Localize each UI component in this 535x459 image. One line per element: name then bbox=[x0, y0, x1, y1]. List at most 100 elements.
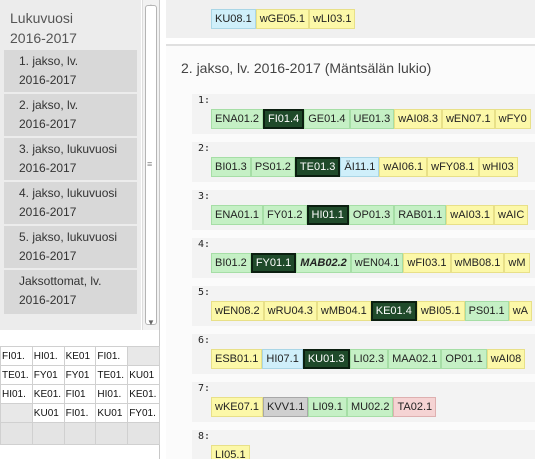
mini-grid-cell[interactable]: KU01 bbox=[95, 403, 129, 423]
mini-grid-cell[interactable]: TE01. bbox=[95, 365, 129, 385]
course-chip[interactable]: wAIC bbox=[494, 205, 529, 225]
course-chip[interactable]: wLI03.1 bbox=[308, 9, 356, 29]
mini-grid-cell[interactable] bbox=[127, 346, 160, 366]
course-chip[interactable]: KU08.1 bbox=[211, 9, 256, 29]
course-chip[interactable]: GE01.4 bbox=[304, 109, 350, 129]
period-item-3[interactable]: 3. jakso, lukuvuosi 2016-2017 bbox=[4, 138, 137, 180]
course-chip[interactable]: FY01.1 bbox=[250, 253, 297, 273]
course-chip[interactable]: wAI08 bbox=[486, 349, 526, 369]
course-chip[interactable]: BI01.2 bbox=[211, 253, 251, 273]
period-item-2[interactable]: 2. jakso, lv. 2016-2017 bbox=[4, 94, 137, 136]
course-chip[interactable]: MAB02.2 bbox=[296, 253, 351, 273]
course-chip[interactable]: TE01.3 bbox=[294, 157, 341, 177]
course-chip[interactable]: wBI05.1 bbox=[416, 301, 465, 321]
course-chip[interactable]: KE01.4 bbox=[370, 301, 417, 321]
row-number: 7: bbox=[198, 383, 211, 394]
section-title: 2. jakso, lv. 2016-2017 (Mäntsälän lukio… bbox=[181, 60, 432, 76]
course-strip: wKE07.1 KVV1.1 LI09.1 MU02.2 TA02.1 bbox=[211, 397, 437, 417]
course-chip[interactable]: OP01.3 bbox=[348, 205, 395, 225]
mini-grid-cell[interactable]: KU01 bbox=[31, 403, 65, 423]
course-chip[interactable]: FI01.4 bbox=[263, 109, 305, 129]
period-item-4[interactable]: 4. jakso, lukuvuosi 2016-2017 bbox=[4, 182, 137, 224]
mini-grid-cell[interactable]: KE01. bbox=[127, 384, 160, 404]
course-chip[interactable]: LI05.1 bbox=[211, 445, 250, 459]
course-chip[interactable]: LI02.3 bbox=[349, 349, 389, 369]
previous-period-panel: KU08.1 wGE05.1 wLI03.1 bbox=[166, 0, 535, 38]
mini-grid-cell[interactable]: HI01. bbox=[0, 384, 33, 404]
mini-grid-row bbox=[0, 422, 160, 445]
mini-grid-cell[interactable]: FI01. bbox=[0, 346, 33, 366]
course-chip[interactable]: LI09.1 bbox=[308, 397, 347, 417]
course-chip[interactable]: wFY0 bbox=[494, 109, 531, 129]
course-strip: wEN08.2 wRU04.3 wMB04.1 KE01.4 wBI05.1 PS01.1… bbox=[211, 301, 532, 321]
course-chip[interactable]: ENA01.2 bbox=[211, 109, 264, 129]
course-chip[interactable]: ESB01.1 bbox=[211, 349, 263, 369]
mini-grid-cell[interactable]: HI01. bbox=[95, 384, 129, 404]
course-chip[interactable]: HI01.1 bbox=[306, 205, 349, 225]
course-chip[interactable]: wM bbox=[504, 253, 530, 273]
mini-grid-cell bbox=[0, 422, 33, 445]
mini-grid-cell bbox=[63, 422, 97, 445]
course-chip[interactable]: BI01.3 bbox=[211, 157, 251, 177]
mini-grid-cell[interactable]: FY01 bbox=[31, 365, 65, 385]
mini-grid-cell[interactable]: KE01 bbox=[63, 346, 97, 366]
course-chip[interactable]: OP01.1 bbox=[441, 349, 487, 369]
mini-grid-cell[interactable]: HI01. bbox=[31, 346, 65, 366]
course-chip[interactable]: wEN04.1 bbox=[350, 253, 404, 273]
course-chip[interactable]: PS01.1 bbox=[464, 301, 509, 321]
course-chip[interactable]: wHI03 bbox=[478, 157, 518, 177]
period-item-label: 2. jakso, lv. bbox=[19, 98, 79, 112]
mini-grid-cell[interactable]: TE01. bbox=[0, 365, 33, 385]
mini-grid-row: TE01. FY01 FY01 TE01. KU01 bbox=[0, 365, 160, 385]
year-value: 2016-2017 bbox=[10, 30, 77, 46]
course-chip[interactable]: RAB01.1 bbox=[394, 205, 447, 225]
course-chip[interactable]: ENA01.1 bbox=[211, 205, 264, 225]
period-item-1[interactable]: 1. jakso, lv. 2016-2017 bbox=[4, 50, 137, 92]
course-chip[interactable]: wGE05.1 bbox=[255, 9, 309, 29]
period-item-label: 4. jakso, lukuvuosi bbox=[19, 186, 118, 200]
mini-grid-cell bbox=[95, 422, 129, 445]
scroll-down-arrow-icon[interactable]: ▼ bbox=[143, 316, 159, 330]
mini-grid-cell[interactable]: KU01 bbox=[127, 365, 160, 385]
course-chip[interactable]: KU01.3 bbox=[302, 349, 350, 369]
course-chip[interactable]: wKE07.1 bbox=[211, 397, 264, 417]
course-chip[interactable]: UE01.3 bbox=[349, 109, 395, 129]
period-item-label: Jaksottomat, lv. bbox=[19, 274, 102, 288]
course-chip[interactable]: MU02.2 bbox=[346, 397, 394, 417]
mini-grid-cell[interactable]: FI01 bbox=[63, 384, 97, 404]
course-chip[interactable]: wA bbox=[508, 301, 532, 321]
sidebar-scrollbar[interactable]: ▲ ≡ ▼ bbox=[142, 0, 159, 330]
mini-grid-cell[interactable]: FI01. bbox=[63, 403, 97, 423]
course-chip[interactable]: MAA02.1 bbox=[388, 349, 442, 369]
course-chip[interactable]: KVV1.1 bbox=[263, 397, 309, 417]
course-chip[interactable]: ÄI11.1 bbox=[340, 157, 380, 177]
mini-grid-cell[interactable]: FY01 bbox=[63, 365, 97, 385]
course-chip[interactable]: FY01.2 bbox=[263, 205, 307, 225]
period-item-year: 2016-2017 bbox=[19, 249, 77, 263]
course-chip[interactable]: TA02.1 bbox=[393, 397, 437, 417]
course-chip[interactable]: wEN07.1 bbox=[441, 109, 495, 129]
course-chip[interactable]: wEN08.2 bbox=[211, 301, 264, 321]
scrollbar-thumb[interactable]: ≡ bbox=[145, 5, 157, 325]
row-number: 5: bbox=[198, 287, 211, 298]
period-item-jaksottomat[interactable]: Jaksottomat, lv. 2016-2017 bbox=[4, 270, 137, 314]
course-chip[interactable]: wRU04.3 bbox=[263, 301, 317, 321]
period-item-year: 2016-2017 bbox=[19, 161, 77, 175]
period-item-year: 2016-2017 bbox=[19, 293, 77, 307]
period-item-5[interactable]: 5. jakso, lukuvuosi 2016-2017 bbox=[4, 226, 137, 268]
mini-grid-cell[interactable]: KE01. bbox=[31, 384, 65, 404]
course-chip[interactable]: wMB04.1 bbox=[316, 301, 371, 321]
course-chip[interactable]: PS01.2 bbox=[250, 157, 295, 177]
course-chip[interactable]: wFI03.1 bbox=[403, 253, 451, 273]
mini-grid-cell[interactable]: FI01. bbox=[95, 346, 129, 366]
mini-grid-cell[interactable]: FY01. bbox=[127, 403, 160, 423]
course-chip[interactable]: HI07.1 bbox=[262, 349, 303, 369]
scrollbar-grip-icon: ≡ bbox=[147, 159, 153, 169]
course-chip[interactable]: wAI03.1 bbox=[446, 205, 495, 225]
course-chip[interactable]: wFY08.1 bbox=[427, 157, 479, 177]
row-number: 6: bbox=[198, 335, 211, 346]
course-chip[interactable]: wAI06.1 bbox=[379, 157, 428, 177]
course-chip[interactable]: wMB08.1 bbox=[450, 253, 505, 273]
course-chip[interactable]: wAI08.3 bbox=[394, 109, 442, 129]
mini-grid-cell[interactable] bbox=[0, 403, 33, 423]
